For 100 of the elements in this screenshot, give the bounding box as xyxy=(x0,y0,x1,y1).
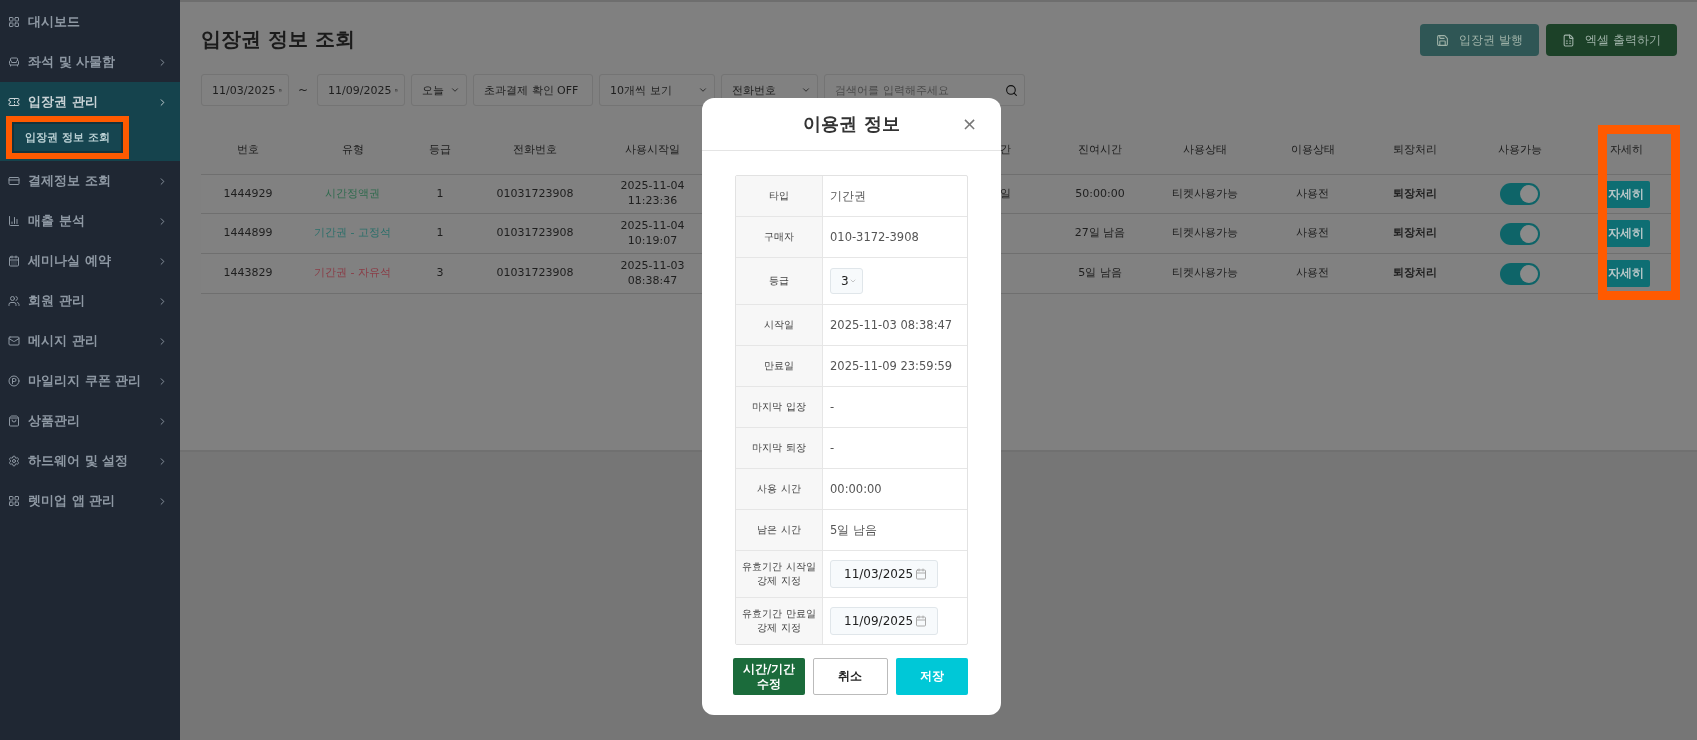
edit-time-button[interactable]: 시간/기간 수정 xyxy=(733,658,806,695)
column-header: 번호 xyxy=(236,141,260,157)
field-label: 타입 xyxy=(736,176,823,216)
date-field[interactable]: 11/03/2025 xyxy=(201,74,289,106)
date-field[interactable]: 11/09/2025 xyxy=(830,607,939,635)
column-header: 유형 xyxy=(340,141,365,157)
column-header: 사용상태 xyxy=(1182,141,1228,157)
search-icon xyxy=(1005,83,1019,97)
column-header: 등급 xyxy=(428,141,452,157)
field-value: 2025-11-09 23:59:59 xyxy=(830,359,953,373)
sidebar-item[interactable]: 결제정보 조회 xyxy=(0,161,180,201)
type-cell-text: 기간권 - 자유석 xyxy=(313,266,392,281)
column-header: 간 xyxy=(1000,141,1012,157)
caret-icon xyxy=(801,85,812,95)
people-icon xyxy=(8,295,20,307)
date-field[interactable]: 11/09/2025 xyxy=(317,74,406,106)
grade-select[interactable]: 3 xyxy=(830,268,863,294)
table-cell-text: 5일 남음 xyxy=(1077,266,1123,281)
page-title: 입장권 정보 조회 xyxy=(201,25,355,53)
sidebar-item[interactable]: 세미나실 예약 xyxy=(0,241,180,281)
seat-icon xyxy=(8,56,20,68)
table-cell-text: 2025-11-04 10:19:07 xyxy=(619,218,686,249)
p-circle-icon xyxy=(8,375,20,387)
table-cell-text: 3 xyxy=(435,266,445,281)
table-cell-text: 1 xyxy=(435,226,445,241)
field-value: - xyxy=(830,400,835,414)
save-icon xyxy=(1436,33,1450,47)
field-label: 유효기간 만료일 강제 지정 xyxy=(736,598,823,644)
table-cell-text: 1 xyxy=(435,186,445,202)
page-size-select[interactable]: 10개씩 보기 xyxy=(599,74,716,106)
column-header: 진여시간 xyxy=(1077,141,1123,157)
ticket-icon xyxy=(8,96,20,108)
table-cell-text: 사용전 xyxy=(1295,266,1330,281)
cancel-button[interactable]: 취소 xyxy=(813,658,888,695)
close-button[interactable]: × xyxy=(955,112,983,135)
column-header: 사용가능 xyxy=(1497,141,1543,157)
table-cell-text: 1444929 xyxy=(222,186,274,202)
field-value: 기간권 xyxy=(830,188,866,204)
spreadsheet-icon xyxy=(1562,33,1576,47)
field-label: 등급 xyxy=(736,258,823,304)
table-cell-text: 퇴장처리 xyxy=(1392,266,1438,281)
field-value: 00:00:00 xyxy=(830,482,882,496)
issue-button[interactable]: 입장권 발행 xyxy=(1420,24,1540,56)
table-cell-text: 1443829 xyxy=(222,266,274,281)
type-cell-text: 기간권 - 고정석 xyxy=(313,226,392,241)
table-cell-text: 퇴장처리 xyxy=(1392,226,1438,241)
toggle-switch[interactable] xyxy=(1500,183,1540,205)
field-label: 마지막 입장 xyxy=(736,387,823,427)
table-cell-text: 01031723908 xyxy=(495,226,575,241)
field-label: 시작일 xyxy=(736,305,823,345)
field-label: 사용 시간 xyxy=(736,469,823,509)
overpay-toggle-button[interactable]: 초과결제 확인 OFF xyxy=(473,74,594,106)
field-value: 2025-11-03 08:38:47 xyxy=(830,318,953,332)
card-icon xyxy=(8,175,20,187)
sidebar-item[interactable]: 좌석 및 사물함 xyxy=(0,42,180,82)
date-field[interactable]: 11/03/2025 xyxy=(830,560,939,588)
excel-export-button[interactable]: 엑셀 출력하기 xyxy=(1546,24,1677,56)
table-cell-text: 27일 남음 xyxy=(1073,226,1127,241)
sidebar-item[interactable]: 렛미업 앱 관리 xyxy=(0,481,180,521)
column-header: 전화번호 xyxy=(512,141,558,157)
caret-icon xyxy=(698,85,709,95)
table-cell-text: 티켓사용가능 xyxy=(1171,226,1239,241)
column-header: 사용시작일 xyxy=(624,141,681,157)
toggle-switch[interactable] xyxy=(1500,262,1540,285)
field-label: 마지막 퇴장 xyxy=(736,428,823,468)
bar-chart-icon xyxy=(8,215,20,227)
range-separator: ~ xyxy=(297,83,310,97)
table-cell-text: 사용전 xyxy=(1295,226,1330,241)
sidebar-item[interactable]: 회원 관리 xyxy=(0,281,180,321)
sidebar-item[interactable]: 입장권 관리 xyxy=(0,82,180,122)
table-cell-text: 2025-11-04 11:23:36 xyxy=(619,179,686,209)
table-cell-text: 퇴장처리 xyxy=(1392,186,1438,202)
sidebar-item[interactable]: 하드웨어 및 설정 xyxy=(0,441,180,481)
sidebar-item[interactable]: 상품관리 xyxy=(0,401,180,441)
period-select[interactable]: 오늘 xyxy=(411,74,468,106)
column-header: 자세히 xyxy=(1608,141,1644,157)
table-cell-text: 티켓사용가능 xyxy=(1171,186,1239,202)
mail-icon xyxy=(8,335,20,347)
table-cell-text: 01031723908 xyxy=(495,186,575,202)
field-label: 유효기간 시작일 강제 지정 xyxy=(736,551,823,597)
bag-icon xyxy=(8,415,20,427)
caret-icon xyxy=(450,85,461,95)
table-cell-text: 일 xyxy=(1000,186,1012,202)
sidebar-item[interactable]: 마일리지 쿠폰 관리 xyxy=(0,361,180,401)
table-cell-text: 티켓사용가능 xyxy=(1171,266,1239,281)
sidebar-item[interactable]: 대시보드 xyxy=(0,2,180,42)
type-cell-text: 시간정액권 xyxy=(324,186,381,202)
table-cell-text: 사용전 xyxy=(1295,186,1330,202)
field-value: 5일 남음 xyxy=(830,522,877,538)
caret-icon xyxy=(848,277,857,285)
column-header: 이용상태 xyxy=(1289,141,1336,157)
toggle-switch[interactable] xyxy=(1500,222,1540,245)
column-header: 퇴장처리 xyxy=(1392,141,1438,157)
field-label: 만료일 xyxy=(736,346,823,386)
sidebar-item[interactable]: 매출 분석 xyxy=(0,201,180,241)
field-label: 구매자 xyxy=(736,217,823,257)
table-cell-text: 1444899 xyxy=(222,226,274,241)
field-label: 남은 시간 xyxy=(736,510,823,550)
sidebar-item[interactable]: 메시지 관리 xyxy=(0,321,180,361)
table-cell-text: 2025-11-03 08:38:47 xyxy=(619,258,686,289)
